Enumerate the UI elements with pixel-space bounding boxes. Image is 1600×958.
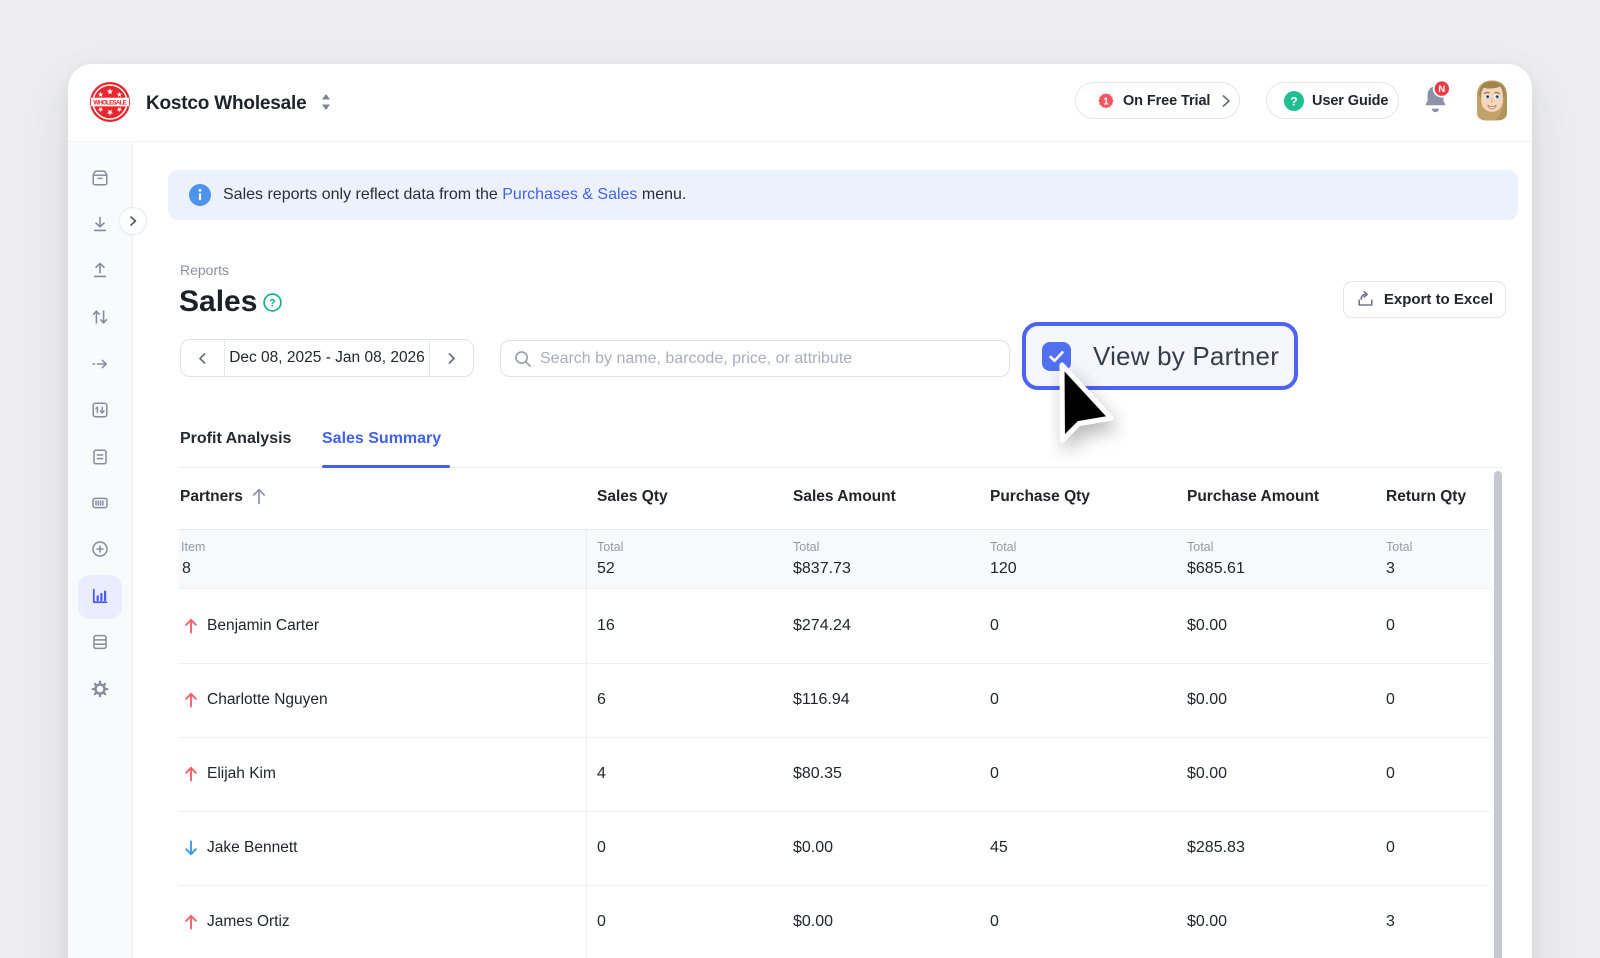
svg-text:?: ? [269, 298, 276, 310]
svg-text:1: 1 [1103, 96, 1109, 107]
svg-text:N: N [1438, 84, 1445, 95]
svg-text:?: ? [1290, 94, 1297, 108]
svg-text:WHOLESALE: WHOLESALE [93, 99, 127, 106]
